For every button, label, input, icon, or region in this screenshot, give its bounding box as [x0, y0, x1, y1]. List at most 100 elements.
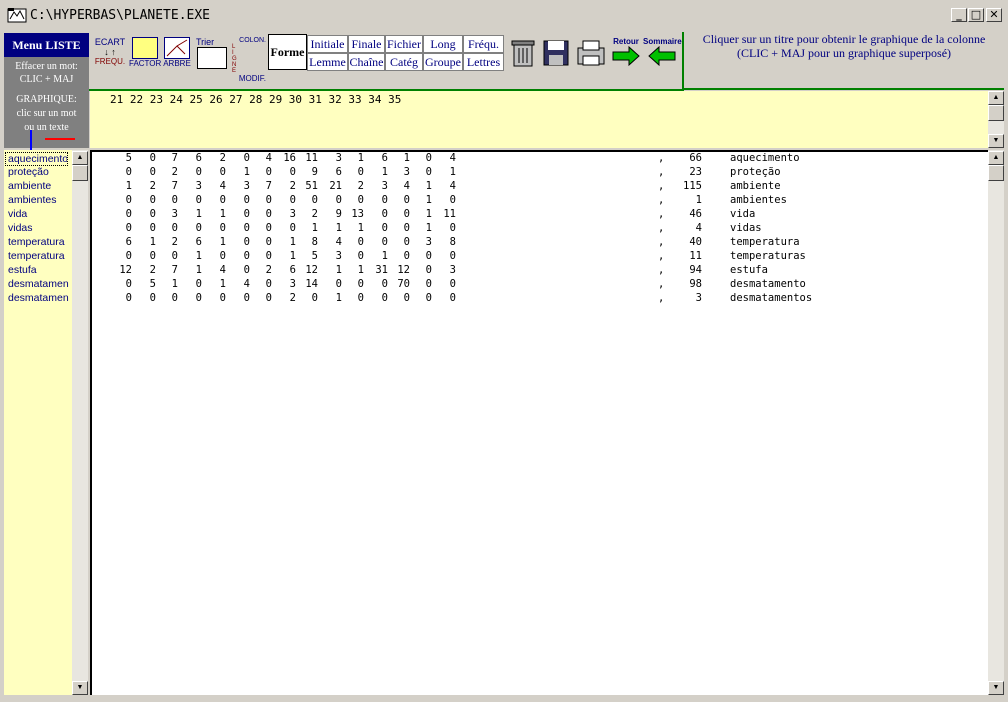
info-line2: (CLIC + MAJ pour un graphique superposé)	[736, 46, 952, 60]
table-cell: 0	[219, 166, 226, 178]
header-scroll-up-button[interactable]: ▲	[988, 91, 1004, 105]
table-cell: 5	[125, 152, 132, 164]
graph-hint: GRAPHIQUE: clic sur un mot ou un texte	[4, 91, 89, 139]
modif-label: MODIF.	[238, 74, 266, 83]
word-list-item[interactable]: desmatamen	[8, 292, 71, 304]
table-cell: 0	[289, 166, 296, 178]
data-scrollbar[interactable]	[988, 150, 1004, 695]
colon-ligne-modif-button[interactable]: COLON. L I G N E MODIF.	[232, 37, 266, 83]
lettres-button[interactable]: Lettres	[463, 53, 504, 71]
word-list-item[interactable]: vidas	[8, 222, 71, 234]
right-arrow-icon	[45, 138, 75, 140]
row-total: 3	[695, 292, 702, 304]
word-list-item[interactable]: temperatura	[8, 236, 71, 248]
row-word[interactable]: desmatamento	[730, 278, 806, 290]
table-cell: 11	[443, 208, 456, 220]
finale-button[interactable]: Finale	[348, 35, 385, 53]
table-cell: 0	[149, 208, 156, 220]
menu-liste-title[interactable]: Menu LISTE	[4, 33, 89, 57]
table-cell: 1	[289, 236, 296, 248]
trash-icon[interactable]	[510, 38, 536, 68]
table-cell: 7	[265, 180, 272, 192]
trier-button[interactable]: Trier	[194, 37, 230, 71]
sommaire-button[interactable]: Sommaire	[643, 37, 682, 71]
row-word[interactable]: ambientes	[730, 194, 787, 206]
categ-button[interactable]: Catég	[385, 53, 423, 71]
header-scroll-thumb[interactable]	[988, 105, 1004, 121]
row-total: 94	[689, 264, 702, 276]
row-word[interactable]: aquecimento	[730, 152, 800, 164]
row-word[interactable]: temperaturas	[730, 250, 806, 262]
table-cell: 14	[305, 278, 318, 290]
row-word[interactable]: estufa	[730, 264, 768, 276]
table-cell: 0	[381, 194, 388, 206]
row-separator: ,	[658, 180, 665, 192]
word-list-item[interactable]: aquecimento	[5, 152, 68, 166]
arbre-button[interactable]: ARBRE	[162, 37, 192, 71]
table-cell: 12	[397, 264, 410, 276]
row-word[interactable]: temperatura	[730, 236, 800, 248]
word-list-item[interactable]: temperatura	[8, 250, 71, 262]
wordlist-scrollbar[interactable]	[72, 150, 88, 695]
word-list-item[interactable]: ambiente	[8, 180, 71, 192]
table-cell: 0	[171, 292, 178, 304]
row-total: 4	[695, 222, 702, 234]
table-cell: 0	[149, 194, 156, 206]
wordlist-scroll-up-button[interactable]: ▲	[72, 151, 88, 165]
erase-hint: Effacer un mot: CLIC + MAJ	[4, 58, 89, 90]
table-cell: 0	[357, 278, 364, 290]
table-cell: 0	[219, 194, 226, 206]
table-cell: 1	[357, 152, 364, 164]
word-list-item[interactable]: estufa	[8, 264, 71, 276]
frequ-button[interactable]: Fréqu.	[463, 35, 504, 53]
table-cell: 0	[425, 278, 432, 290]
table-cell: 3	[335, 152, 342, 164]
long-button[interactable]: Long	[423, 35, 463, 53]
row-word[interactable]: ambiente	[730, 180, 781, 192]
row-word[interactable]: proteção	[730, 166, 781, 178]
table-cell: 6	[289, 264, 296, 276]
row-word[interactable]: vida	[730, 208, 755, 220]
groupe-button[interactable]: Groupe	[423, 53, 463, 71]
retour-button[interactable]: Retour	[609, 37, 643, 71]
row-word[interactable]: vidas	[730, 222, 762, 234]
column-numbers[interactable]: 21 22 23 24 25 26 27 28 29 30 31 32 33 3…	[110, 93, 401, 106]
maximize-button[interactable]: □	[968, 8, 984, 22]
table-cell: 3	[449, 264, 456, 276]
printer-icon[interactable]	[576, 38, 606, 68]
table-cell: 0	[243, 194, 250, 206]
data-scroll-up-button[interactable]: ▲	[988, 151, 1004, 165]
wordlist-scroll-down-button[interactable]: ▼	[72, 681, 88, 695]
table-cell: 0	[265, 222, 272, 234]
table-cell: 4	[219, 180, 226, 192]
table-cell: 1	[125, 180, 132, 192]
chaine-button[interactable]: Chaîne	[348, 53, 385, 71]
word-list-item[interactable]: vida	[8, 208, 71, 220]
minimize-button[interactable]: _	[951, 8, 967, 22]
word-list-item[interactable]: proteção	[8, 166, 71, 178]
table-cell: 0	[289, 222, 296, 234]
wordlist-scroll-thumb[interactable]	[72, 165, 88, 181]
row-total: 11	[689, 250, 702, 262]
initiale-button[interactable]: Initiale	[307, 35, 348, 53]
lemme-button[interactable]: Lemme	[307, 53, 348, 71]
header-scroll-down-button[interactable]: ▼	[988, 134, 1004, 148]
save-disk-icon[interactable]	[542, 38, 570, 68]
ecart-frequ-button[interactable]: ECART ↓ ↑ FREQU.	[93, 37, 127, 71]
data-scroll-thumb[interactable]	[988, 165, 1004, 181]
forme-button[interactable]: Forme	[268, 34, 307, 70]
fichier-button[interactable]: Fichier	[385, 35, 423, 53]
table-cell: 4	[403, 180, 410, 192]
data-scroll-down-button[interactable]: ▼	[988, 681, 1004, 695]
factor-button[interactable]: FACTOR	[129, 37, 161, 71]
info-box: Cliquer sur un titre pour obtenir le gra…	[682, 32, 1004, 90]
table-cell: 1	[425, 222, 432, 234]
word-list-item[interactable]: ambientes	[8, 194, 71, 206]
table-cell: 0	[125, 278, 132, 290]
table-cell: 0	[243, 152, 250, 164]
row-word[interactable]: desmatamentos	[730, 292, 812, 304]
table-cell: 4	[449, 180, 456, 192]
table-cell: 1	[311, 222, 318, 234]
close-button[interactable]: ✕	[986, 8, 1002, 22]
word-list-item[interactable]: desmatamen	[8, 278, 71, 290]
